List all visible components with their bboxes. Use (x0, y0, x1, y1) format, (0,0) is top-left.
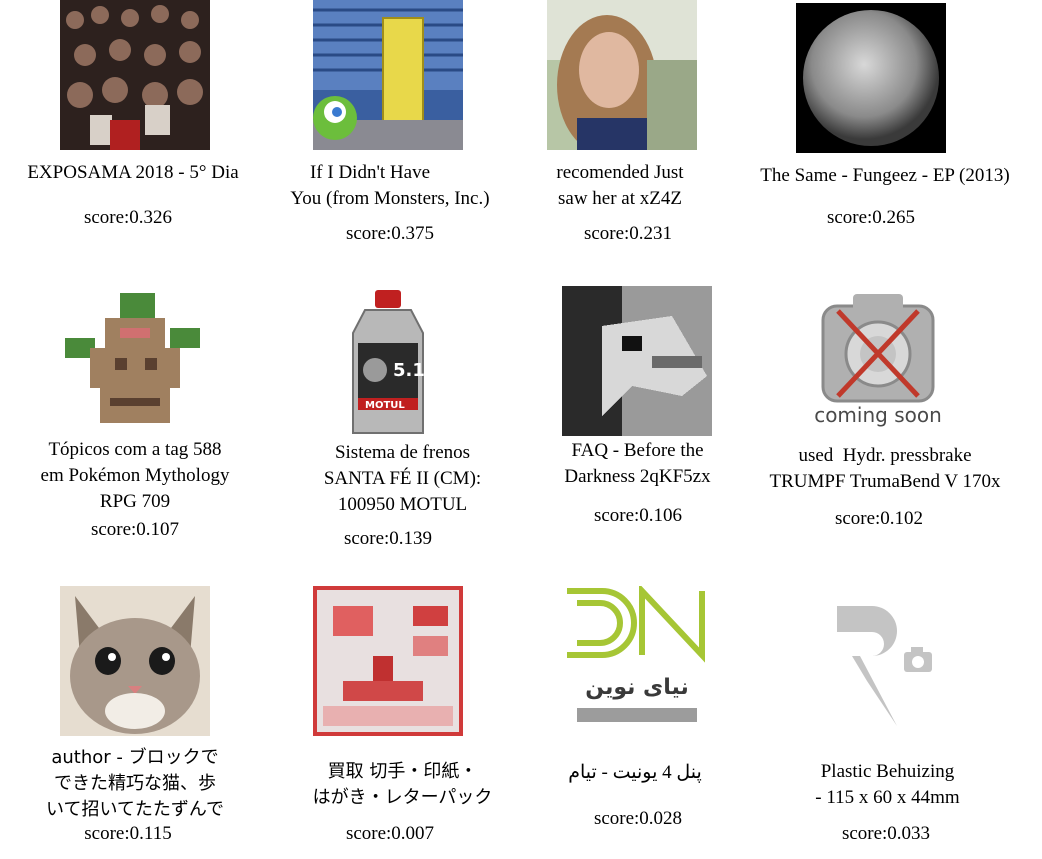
item-caption: FAQ - Before the Darkness 2qKF5zx (535, 438, 740, 490)
item-caption: recomended Just saw her at xZ4Z (520, 160, 720, 212)
caption-line: Darkness 2qKF5zx (564, 466, 711, 487)
item-caption: پنل 4 یونیت - تیام (535, 760, 735, 786)
pixel-tree-sprite[interactable] (60, 288, 210, 438)
score-label: score:0.326 (83, 207, 173, 228)
caption-line: RPG 709 (99, 491, 171, 512)
kitten-image (60, 586, 210, 736)
caption-line: پنل 4 یونیت - تیام (568, 762, 702, 783)
score-label: score:0.115 (84, 823, 172, 844)
caption-line: Sistema de frenos (334, 442, 471, 463)
caption-line: author - ブロックで (51, 747, 219, 768)
item-caption: author - ブロックで できた精巧な猫、歩 いて招いてたたずんで (10, 745, 260, 823)
caption-line: SANTA FÉ II (CM): (323, 468, 482, 489)
r-logo-image (812, 586, 962, 736)
caption-line: em Pokémon Mythology (40, 465, 230, 486)
portrait-image (547, 0, 697, 150)
caption-line: TRUMPF TrumaBend V 170x (769, 471, 1001, 492)
item-caption: Sistema de frenos SANTA FÉ II (CM): 1009… (290, 440, 515, 518)
svg-text:5.1: 5.1 (393, 360, 425, 381)
coming-soon-camera[interactable]: coming soon (803, 286, 953, 436)
caption-line: Plastic Behuizing (820, 761, 955, 782)
sprite-image (60, 288, 210, 438)
caption-line: 買取 切手・印紙・ (327, 761, 478, 782)
item-caption: Tópicos com a tag 588 em Pokémon Mytholo… (10, 437, 260, 515)
creature-image (562, 286, 712, 436)
score-label: score:0.102 (834, 508, 924, 529)
monsters-inc-still[interactable] (313, 0, 463, 150)
svg-text:MOTUL: MOTUL (365, 400, 405, 411)
dn-logo-image: نیای نوین (562, 586, 712, 736)
red-icon-image (313, 586, 463, 736)
coming-soon-text: coming soon (814, 403, 942, 427)
score-label: score:0.231 (583, 223, 673, 244)
score-label: score:0.106 (593, 505, 683, 526)
score-label: score:0.107 (90, 519, 180, 540)
caption-line: はがき・レターパック (312, 787, 493, 808)
bottle-image: 5.1 MOTUL (313, 288, 463, 438)
caption-line: Tópicos com a tag 588 (48, 439, 222, 460)
grey-sphere[interactable] (796, 3, 946, 153)
caption-line: 100950 MOTUL (337, 494, 468, 515)
caption-line: FAQ - Before the (571, 440, 704, 461)
caption-line: The Same - Fungeez - EP (2013) (760, 165, 1010, 186)
item-caption: Plastic Behuizing - 115 x 60 x 44mm (770, 759, 1005, 811)
item-caption: 買取 切手・印紙・ はがき・レターパック (290, 759, 515, 811)
caption-line: used Hydr. pressbrake (798, 445, 972, 466)
camera-placeholder-image: coming soon (803, 286, 953, 436)
sphere-image (796, 3, 946, 153)
score-label: score:0.375 (345, 223, 435, 244)
red-pixel-icon[interactable] (313, 586, 463, 736)
caption-line: If I Didn't Have (309, 162, 431, 183)
crowd-photo[interactable] (60, 0, 210, 150)
placeholder-logo[interactable] (812, 586, 962, 736)
score-label: score:0.265 (826, 207, 916, 228)
caption-line: saw her at xZ4Z (558, 188, 682, 209)
caption-line: できた精巧な猫、歩 (54, 773, 216, 794)
caption-line: recomended Just (556, 162, 684, 183)
score-label: score:0.007 (345, 823, 435, 844)
caption-line: - 115 x 60 x 44mm (815, 787, 960, 808)
monsters-image (313, 0, 463, 150)
score-label: score:0.028 (593, 808, 683, 829)
pixelated-creature[interactable] (562, 286, 712, 436)
item-caption: The Same - Fungeez - EP (2013) (740, 163, 1030, 189)
caption-line: いて招いてたたずんで (45, 799, 225, 820)
dn-logo[interactable]: نیای نوین (562, 586, 712, 736)
item-caption: If I Didn't Have You (from Monsters, Inc… (250, 160, 530, 212)
score-label: score:0.139 (343, 528, 433, 549)
motul-brake-fluid[interactable]: 5.1 MOTUL (313, 288, 463, 438)
crowd-image (60, 0, 210, 150)
score-label: score:0.033 (841, 823, 931, 844)
item-caption: used Hydr. pressbrake TRUMPF TrumaBend V… (745, 443, 1025, 495)
blurred-portrait[interactable] (547, 0, 697, 150)
dn-logo-text: نیای نوین (585, 675, 688, 700)
kitten-photo[interactable] (60, 586, 210, 736)
caption-line: You (from Monsters, Inc.) (290, 188, 490, 209)
